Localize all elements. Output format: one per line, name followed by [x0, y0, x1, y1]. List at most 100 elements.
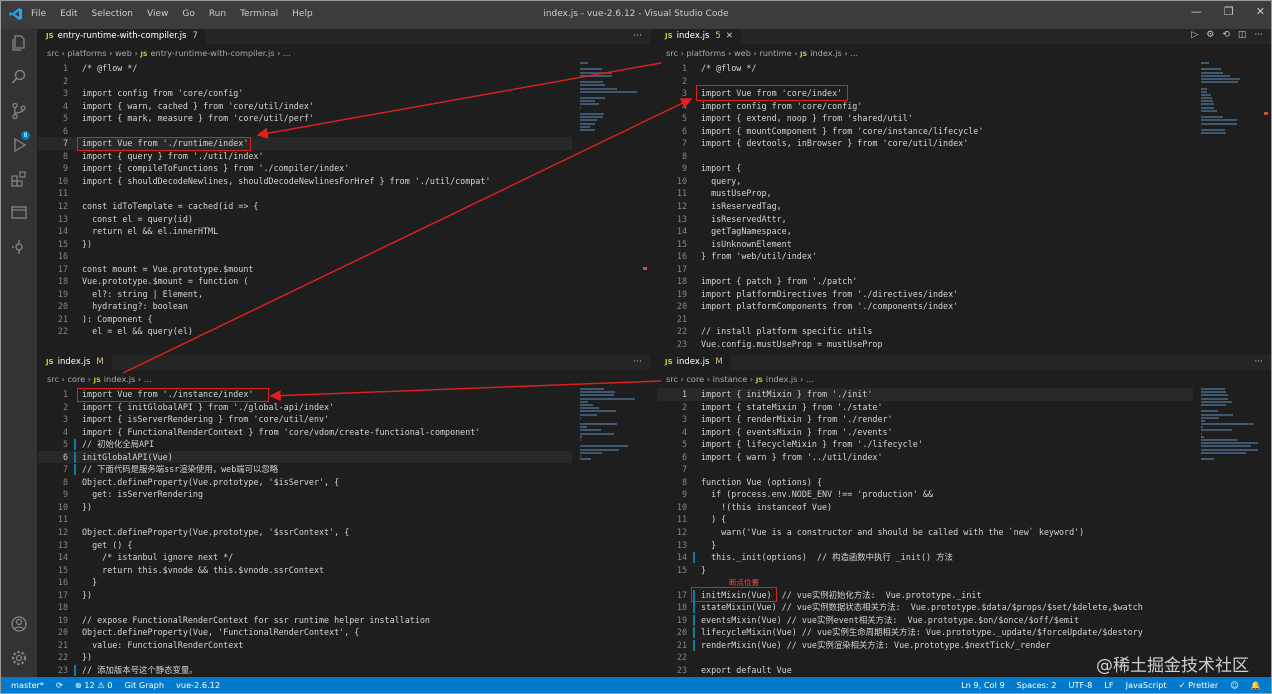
code-line[interactable]: 8 [657, 150, 1193, 163]
code-line[interactable]: 23 Vue.config.mustUseProp = mustUseProp [657, 338, 1193, 350]
tab-instance-index[interactable]: JS index.js M [657, 355, 731, 370]
code-line[interactable]: 2 import { stateMixin } from './state' [657, 401, 1193, 414]
language-mode[interactable]: JavaScript [1126, 680, 1167, 691]
code-line[interactable]: 14 return el && el.innerHTML [38, 225, 572, 238]
settings-gear-icon[interactable] [10, 649, 28, 667]
minimize-button[interactable]: — [1191, 5, 1202, 18]
code-editor[interactable]: 1 import Vue from './instance/index' 2 impo… [38, 388, 572, 677]
code-line[interactable]: 14 getTagNamespace, [657, 225, 1193, 238]
more-actions-button[interactable]: ··· [633, 355, 642, 370]
code-line[interactable]: 10 import { shouldDecodeNewlines, shouldD… [38, 175, 572, 188]
menu-view[interactable]: View [147, 9, 168, 19]
code-line[interactable]: 5 // 初始化全局API [38, 438, 572, 451]
code-line[interactable]: 13 } [657, 539, 1193, 552]
minimap[interactable] [580, 62, 640, 342]
code-line[interactable]: 8 function Vue (options) { [657, 476, 1193, 489]
code-line[interactable]: 16 } [38, 576, 572, 589]
code-line[interactable]: 20 hydrating?: boolean [38, 300, 572, 313]
code-editor[interactable]: 1 import { initMixin } from './init' 2 impo… [657, 388, 1193, 677]
code-line[interactable]: 断点位置 [657, 576, 1193, 589]
code-line[interactable]: 21 renderMixin(Vue) // vue实例渲染相关方法: Vue.p… [657, 639, 1193, 652]
code-line[interactable]: 5 import { lifecycleMixin } from './lifec… [657, 438, 1193, 451]
code-line[interactable]: 8 import { query } from './util/index' [38, 150, 572, 163]
code-line[interactable]: 19 import platformDirectives from './dire… [657, 288, 1193, 301]
split-editor-button[interactable]: ◫ [1238, 30, 1247, 40]
code-editor[interactable]: 1 /* @flow */ 2 3 import config from 'core/c… [38, 62, 572, 350]
code-line[interactable]: 18 import { patch } from './patch' [657, 275, 1193, 288]
tab-close-icon[interactable]: ✕ [726, 31, 733, 41]
tab-core-index[interactable]: JS index.js M [38, 355, 112, 370]
code-line[interactable]: 21 [657, 313, 1193, 326]
account-icon[interactable] [10, 615, 28, 633]
git-graph-button[interactable]: Git Graph [124, 680, 164, 690]
code-line[interactable]: 15 isUnknownElement [657, 238, 1193, 251]
breadcrumb[interactable]: src › platforms › web › runtime › JS inde… [666, 48, 858, 60]
code-line[interactable]: 19 el?: string | Element, [38, 288, 572, 301]
code-line[interactable]: 20 import platformComponents from './comp… [657, 300, 1193, 313]
code-line[interactable]: 11 mustUseProp, [657, 187, 1193, 200]
git-graph-icon[interactable] [10, 238, 28, 256]
code-line[interactable]: 3 import { renderMixin } from './render' [657, 413, 1193, 426]
extensions-icon[interactable] [10, 170, 28, 188]
code-line[interactable]: 18 [38, 601, 572, 614]
close-window-button[interactable]: ✕ [1256, 5, 1265, 18]
code-line[interactable]: 6 import { warn } from '../util/index' [657, 451, 1193, 464]
code-line[interactable]: 10 query, [657, 175, 1193, 188]
restore-button[interactable]: ❐ [1224, 5, 1234, 18]
code-line[interactable]: 3 import config from 'core/config' [38, 87, 572, 100]
more-actions-button[interactable]: ··· [1254, 355, 1263, 370]
code-line[interactable]: 20 lifecycleMixin(Vue) // vue实例生命周期相关方法: … [657, 626, 1193, 639]
code-line[interactable]: 1 /* @flow */ [657, 62, 1193, 75]
git-branch[interactable]: master* [11, 680, 44, 690]
code-line[interactable]: 21 value: FunctionalRenderContext [38, 639, 572, 652]
code-line[interactable]: 1 /* @flow */ [38, 62, 572, 75]
line-ending[interactable]: LF [1104, 680, 1113, 691]
code-line[interactable]: 2 [38, 75, 572, 88]
code-line[interactable]: 2 import { initGlobalAPI } from './global… [38, 401, 572, 414]
minimap[interactable] [1201, 388, 1261, 668]
code-line[interactable]: 1 import Vue from './instance/index' [38, 388, 572, 401]
breadcrumb[interactable]: src › core › JS index.js › ... [47, 374, 152, 386]
explorer-icon[interactable] [10, 34, 28, 52]
code-line[interactable]: 12 isReservedTag, [657, 200, 1193, 213]
code-line[interactable]: 6 initGlobalAPI(Vue) [38, 450, 572, 464]
code-line[interactable]: 9 get: isServerRendering [38, 488, 572, 501]
code-line[interactable]: 9 import { [657, 162, 1193, 175]
git-history-button[interactable]: ⟲ [1222, 30, 1230, 40]
more-actions-button[interactable]: ··· [1254, 30, 1263, 40]
code-line[interactable]: 6 import { mountComponent } from 'core/in… [657, 125, 1193, 138]
code-line[interactable]: 9 if (process.env.NODE_ENV !== 'producti… [657, 488, 1193, 501]
code-line[interactable]: 16} from 'web/util/index' [657, 250, 1193, 263]
menu-file[interactable]: File [31, 9, 46, 19]
code-line[interactable]: 4 import config from 'core/config' [657, 100, 1193, 113]
code-editor[interactable]: 1/* @flow */2 3 import Vue from 'core/inde… [657, 62, 1193, 350]
code-line[interactable]: 10 !(this instanceof Vue) [657, 501, 1193, 514]
code-line[interactable]: 17 initMixin(Vue) // vue实例初始化方法: Vue.prot… [657, 589, 1193, 602]
code-line[interactable]: 11 [38, 187, 572, 200]
tab-entry-runtime-with-compiler[interactable]: JS entry-runtime-with-compiler.js 7 [38, 29, 206, 44]
code-line[interactable]: 15 return this.$vnode && this.$vnode.ssr… [38, 564, 572, 577]
code-line[interactable]: 20 Object.defineProperty(Vue, 'Functional… [38, 626, 572, 639]
code-line[interactable]: 8 Object.defineProperty(Vue.prototype, '$… [38, 476, 572, 489]
code-line[interactable]: 3 import Vue from 'core/index' [657, 87, 1193, 100]
code-line[interactable]: 14 /* istanbul ignore next */ [38, 551, 572, 564]
minimap[interactable] [580, 388, 640, 668]
menu-help[interactable]: Help [292, 9, 313, 19]
code-line[interactable]: 4 import { eventsMixin } from './events' [657, 426, 1193, 439]
code-line[interactable]: 7 import Vue from './runtime/index' [38, 137, 572, 150]
code-line[interactable]: 17}) [38, 589, 572, 602]
search-icon[interactable] [10, 68, 28, 86]
code-line[interactable]: 6 [38, 125, 572, 138]
code-line[interactable]: 4 import { warn, cached } from 'core/util… [38, 100, 572, 113]
menu-edit[interactable]: Edit [60, 9, 77, 19]
minimap[interactable] [1201, 62, 1261, 342]
code-line[interactable]: 21): Component { [38, 313, 572, 326]
code-line[interactable]: 10}) [38, 501, 572, 514]
cursor-position[interactable]: Ln 9, Col 9 [961, 680, 1005, 691]
menu-selection[interactable]: Selection [92, 9, 133, 19]
code-line[interactable]: 7 // 下面代码是服务端ssr渲染使用，web端可以忽略 [38, 463, 572, 476]
indentation[interactable]: Spaces: 2 [1017, 680, 1057, 691]
code-line[interactable]: 22 // install platform specific utils [657, 325, 1193, 338]
code-line[interactable]: 22}) [38, 651, 572, 664]
code-line[interactable]: 19 eventsMixin(Vue) // vue实例event相关方法: Vu… [657, 614, 1193, 627]
